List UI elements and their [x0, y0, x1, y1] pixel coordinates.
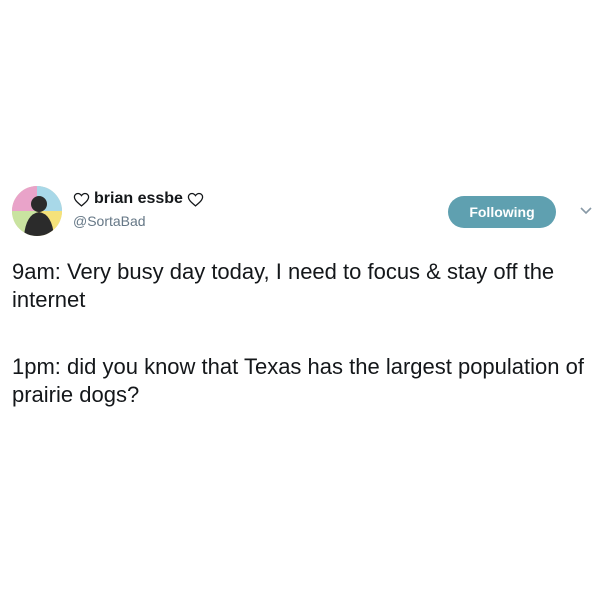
chevron-down-icon[interactable]: [580, 206, 592, 216]
heart-outline-icon: [73, 191, 90, 208]
following-button[interactable]: Following: [448, 196, 556, 228]
tweet-text-line: 1pm: did you know that Texas has the lar…: [12, 354, 584, 407]
tweet-text-line: 9am: Very busy day today, I need to focu…: [12, 259, 555, 312]
display-name-row: brian essbe: [73, 188, 204, 210]
user-handle[interactable]: @SortaBad: [73, 213, 146, 229]
heart-outline-icon: [187, 191, 204, 208]
avatar[interactable]: [12, 186, 62, 236]
display-name[interactable]: brian essbe: [94, 190, 183, 208]
